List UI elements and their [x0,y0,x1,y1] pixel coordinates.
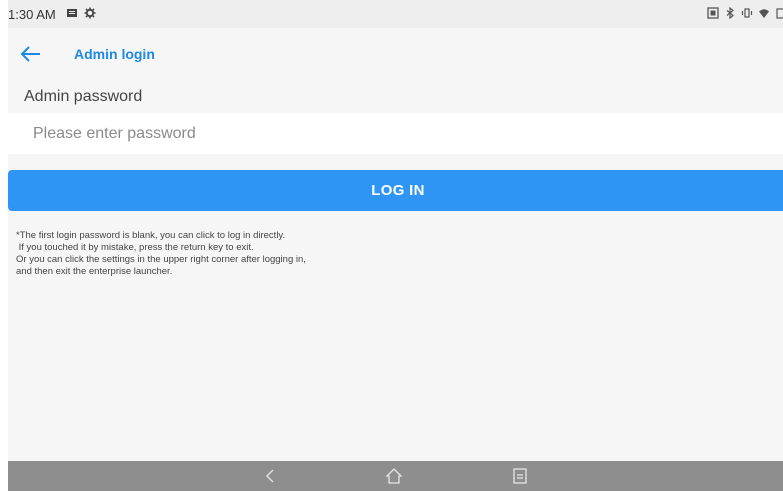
header: Admin login [8,38,783,70]
vibrate-icon [741,8,753,18]
wifi-icon [759,9,769,18]
notification-icon [67,9,77,17]
note-line: If you touched it by mistake, press the … [16,242,254,253]
note-line: Or you can click the settings in the upp… [16,254,306,265]
bluetooth-icon [726,7,734,19]
login-button[interactable]: LOG IN [8,170,783,211]
back-icon[interactable] [261,467,281,485]
status-time: 1:30 AM [8,7,56,22]
navigation-bar [8,461,783,491]
recents-icon[interactable] [510,467,530,485]
settings-gear-icon [84,7,96,19]
home-icon[interactable] [384,467,404,485]
battery-icon [776,8,783,19]
password-input[interactable] [8,113,783,154]
note-line: *The first login password is blank, you … [16,230,286,241]
status-left-icons [66,7,96,19]
status-bar: 1:30 AM [8,0,783,28]
note-line: and then exit the enterprise launcher. [16,266,173,277]
status-right-icons [707,7,783,19]
password-label: Admin password [24,88,143,105]
arrow-left-icon[interactable] [18,42,46,66]
page-title: Admin login [74,46,155,62]
login-notes: *The first login password is blank, you … [16,230,306,278]
screenshot-icon [707,7,719,19]
